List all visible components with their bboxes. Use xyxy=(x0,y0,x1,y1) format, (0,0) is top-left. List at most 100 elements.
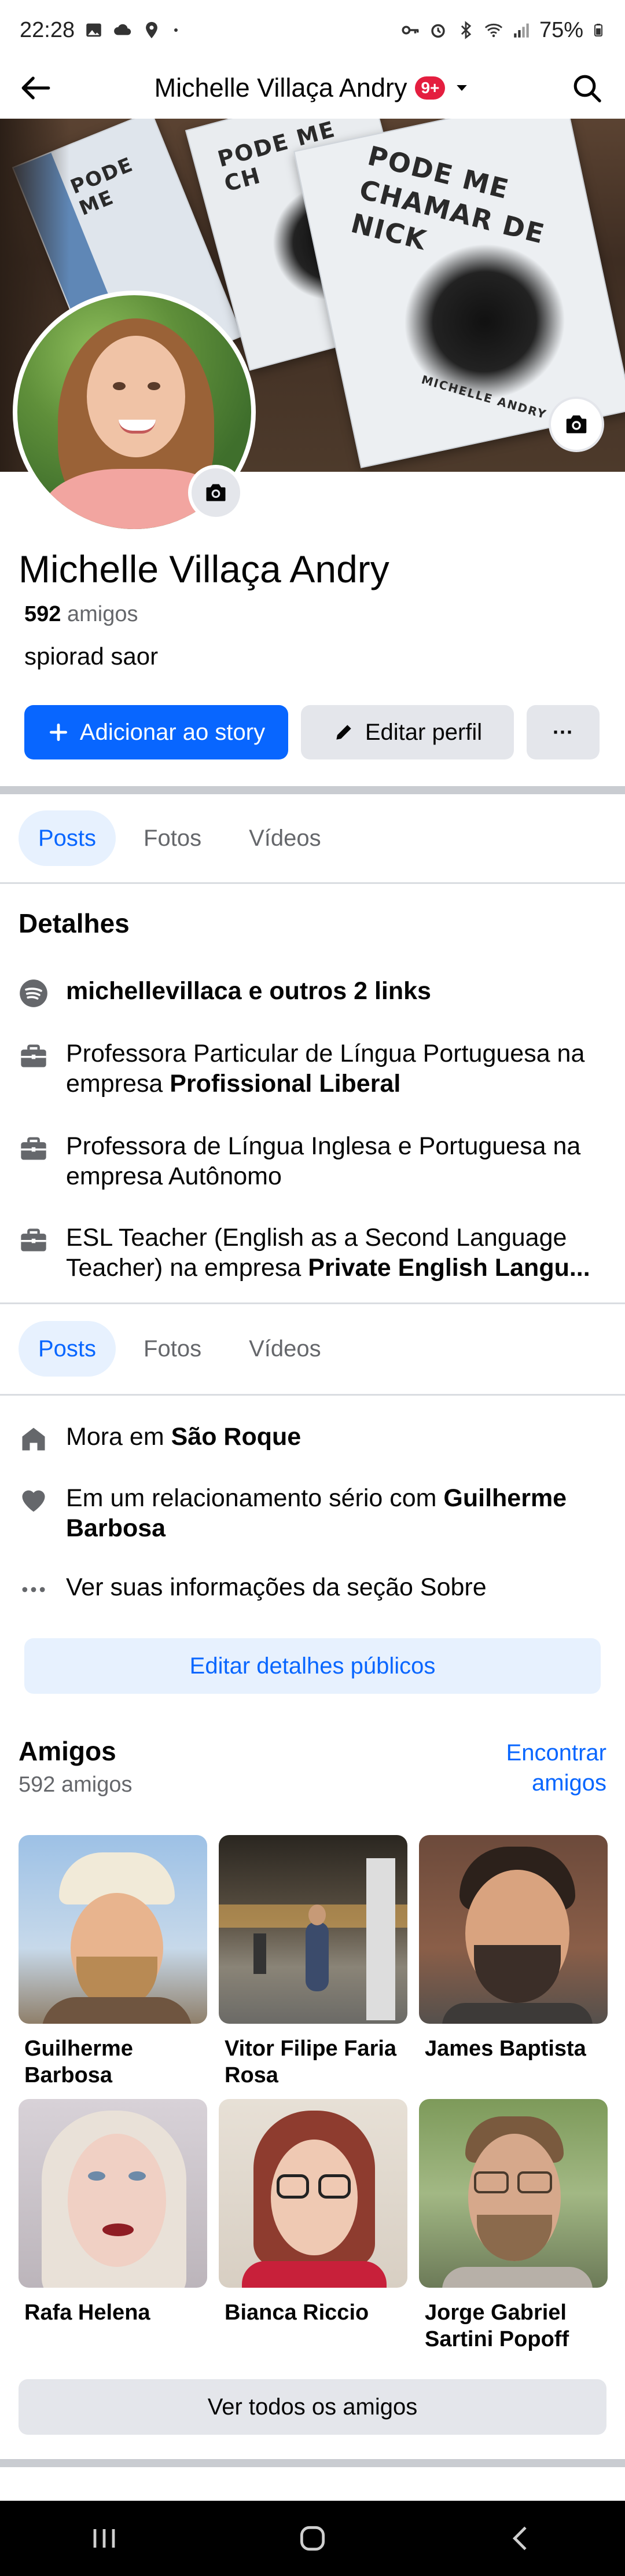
lives-prefix: Mora em xyxy=(66,1423,171,1451)
recent-apps-icon[interactable] xyxy=(86,2520,123,2557)
friend-card[interactable]: Bianca Riccio xyxy=(219,2099,407,2326)
status-bar: 22:28 75% xyxy=(0,0,625,60)
divider xyxy=(0,1302,625,1304)
notification-badge: 9+ xyxy=(415,76,446,100)
detail-work-3[interactable]: ESL Teacher (English as a Second Languag… xyxy=(17,1223,608,1283)
detail-relationship[interactable]: Em um relacionamento sério com Guilherme… xyxy=(17,1483,608,1543)
friend-name: Bianca Riccio xyxy=(225,2300,369,2325)
friend-photo xyxy=(19,2099,207,2288)
friend-photo xyxy=(419,2099,608,2288)
back-icon[interactable] xyxy=(502,2520,539,2557)
search-icon xyxy=(573,75,601,102)
work-2-company: Autônomo xyxy=(168,1162,282,1190)
more-dots-icon xyxy=(22,1587,45,1592)
friend-name: James Baptista xyxy=(425,2036,586,2061)
work-1-company: Profissional Liberal xyxy=(170,1070,401,1098)
divider xyxy=(0,1394,625,1396)
edit-profile-label: Editar perfil xyxy=(365,719,483,745)
tab-posts[interactable]: Posts xyxy=(19,1321,116,1377)
friends-count-sub: 592 amigos xyxy=(19,1773,133,1797)
friend-card[interactable]: Rafa Helena xyxy=(19,2099,207,2326)
battery-percent: 75% xyxy=(539,17,583,42)
profile-tabs-secondary: Posts Fotos Vídeos xyxy=(19,1321,341,1377)
work-3-company: Private English Langu... xyxy=(308,1254,590,1282)
see-about-text: Ver suas informações da seção Sobre xyxy=(66,1573,487,1601)
plus-icon xyxy=(49,723,67,742)
friends-label: amigos xyxy=(67,602,138,626)
friend-photo xyxy=(419,1835,608,2024)
tab-videos[interactable]: Vídeos xyxy=(229,1321,341,1377)
see-all-friends-button[interactable]: Ver todos os amigos xyxy=(19,2379,606,2435)
profile-switcher[interactable]: Michelle Villaça Andry 9+ xyxy=(0,60,625,116)
briefcase-icon xyxy=(21,1137,46,1160)
battery-icon xyxy=(594,24,602,36)
friends-count-line[interactable]: 592 amigos xyxy=(24,602,138,627)
see-about-row[interactable]: Ver suas informações da seção Sobre xyxy=(17,1572,608,1606)
friend-name: Guilherme Barbosa xyxy=(24,2036,133,2087)
section-divider xyxy=(0,786,625,794)
briefcase-icon xyxy=(21,1228,46,1252)
links-text: michellevillaca e outros 2 links xyxy=(66,977,431,1005)
heart-icon xyxy=(22,1490,45,1512)
friend-card[interactable]: Guilherme Barbosa xyxy=(19,1835,207,2089)
spotify-icon xyxy=(20,979,47,1007)
lives-city: São Roque xyxy=(171,1423,302,1451)
bluetooth-icon xyxy=(461,21,472,39)
tab-photos[interactable]: Fotos xyxy=(124,1321,221,1377)
details-title: Detalhes xyxy=(19,908,130,938)
home-icon[interactable] xyxy=(294,2520,331,2557)
system-navigation-bar xyxy=(0,2501,625,2576)
wifi-icon xyxy=(484,23,503,38)
gallery-icon xyxy=(86,23,101,37)
detail-work-2[interactable]: Professora de Língua Inglesa e Portugues… xyxy=(17,1131,608,1191)
friends-count: 592 xyxy=(24,602,61,626)
friend-photo xyxy=(219,2099,407,2288)
pencil-icon xyxy=(336,725,351,740)
caret-down-icon xyxy=(457,85,468,91)
friend-card[interactable]: Vitor Filipe Faria Rosa xyxy=(219,1835,407,2089)
find-friends-link[interactable]: Encontrar amigos xyxy=(468,1738,606,1798)
friend-card[interactable]: Jorge Gabriel Sartini Popoff xyxy=(419,2099,608,2353)
cloud-icon xyxy=(114,24,131,35)
more-dots-icon: ··· xyxy=(553,720,573,744)
detail-work-1[interactable]: Professora Particular de Língua Portugue… xyxy=(17,1039,608,1099)
friend-name: Jorge Gabriel Sartini Popoff xyxy=(425,2300,569,2351)
clock: 22:28 xyxy=(20,17,75,42)
add-to-story-label: Adicionar ao story xyxy=(79,719,266,745)
tab-photos[interactable]: Fotos xyxy=(124,810,221,866)
tab-posts[interactable]: Posts xyxy=(19,810,116,866)
home-icon xyxy=(22,1428,45,1451)
signal-icon xyxy=(514,23,529,38)
dot-icon xyxy=(174,28,178,32)
section-divider xyxy=(0,2459,625,2467)
briefcase-icon xyxy=(21,1044,46,1067)
camera-icon xyxy=(206,484,226,501)
key-icon xyxy=(402,25,419,35)
more-options-button[interactable]: ··· xyxy=(527,705,600,759)
add-to-story-button[interactable]: Adicionar ao story xyxy=(24,705,288,759)
profile-tabs: Posts Fotos Vídeos xyxy=(19,810,341,866)
edit-profile-button[interactable]: Editar perfil xyxy=(301,705,514,759)
location-icon xyxy=(146,21,158,39)
top-navigation: Michelle Villaça Andry 9+ xyxy=(0,60,625,116)
alarm-icon xyxy=(431,24,445,38)
friend-photo xyxy=(19,1835,207,2024)
relationship-prefix: Em um relacionamento sério com xyxy=(66,1484,444,1512)
detail-lives-in[interactable]: Mora em São Roque xyxy=(17,1422,608,1455)
change-avatar-button[interactable] xyxy=(188,465,244,520)
camera-icon xyxy=(566,415,587,434)
edit-public-details-button[interactable]: Editar detalhes públicos xyxy=(24,1638,601,1694)
profile-bio: spiorad saor xyxy=(24,643,159,670)
friends-title: Amigos xyxy=(19,1736,116,1766)
work-2-text: Professora de Língua Inglesa e Portugues… xyxy=(66,1132,581,1190)
change-cover-button[interactable] xyxy=(549,397,604,452)
friend-name: Vitor Filipe Faria Rosa xyxy=(225,2036,397,2087)
friend-card[interactable]: James Baptista xyxy=(419,1835,608,2062)
search-button[interactable] xyxy=(566,69,608,107)
nav-title-text: Michelle Villaça Andry xyxy=(154,73,407,102)
friend-name: Rafa Helena xyxy=(24,2300,150,2325)
friend-photo xyxy=(219,1835,407,2024)
tab-videos[interactable]: Vídeos xyxy=(229,810,341,866)
detail-links[interactable]: michellevillaca e outros 2 links xyxy=(17,976,608,1010)
profile-name: Michelle Villaça Andry xyxy=(19,548,389,590)
